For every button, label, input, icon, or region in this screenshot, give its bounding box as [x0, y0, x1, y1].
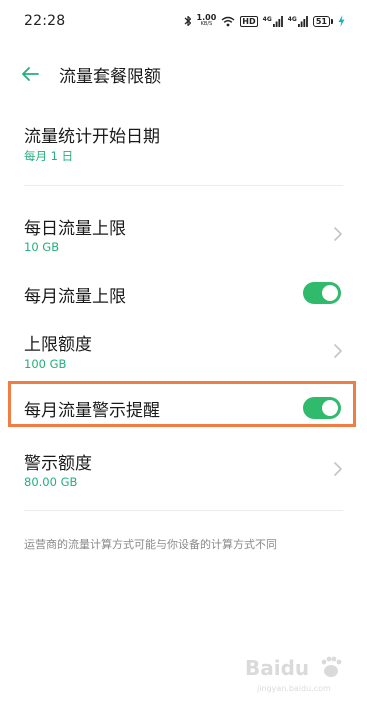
toggle-knob	[322, 400, 338, 416]
network-speed: 1.00 KB/S	[197, 14, 217, 28]
network-speed-unit: KB/S	[200, 21, 213, 27]
setting-monthly-warning-title: 每月流量警示提醒	[24, 401, 160, 421]
back-arrow-icon[interactable]	[16, 60, 44, 88]
setting-monthly-warning: 每月流量警示提醒	[0, 386, 367, 426]
signal-2: 4G	[287, 15, 308, 27]
charging-icon	[338, 15, 345, 27]
signal-icon	[297, 15, 308, 27]
setting-limit-quota-title: 上限额度	[24, 335, 92, 355]
status-time: 22:28	[24, 13, 66, 29]
hd-label: HD	[240, 15, 258, 27]
status-icons: 1.00 KB/S HD 4G 4G 51	[184, 12, 345, 30]
setting-daily-limit-title: 每日流量上限	[24, 219, 126, 239]
monthly-warning-toggle[interactable]	[303, 397, 341, 419]
battery-level: 51	[312, 15, 330, 27]
signal-2-label: 4G	[287, 15, 297, 23]
monthly-limit-toggle[interactable]	[303, 282, 341, 304]
chevron-right-icon	[334, 227, 342, 241]
battery-icon: 51	[312, 15, 333, 27]
battery-tip	[331, 18, 333, 24]
setting-start-date-value: 每月 1 日	[24, 149, 74, 163]
signal-icon	[272, 15, 283, 27]
chevron-right-icon	[334, 462, 342, 476]
watermark-subtext: jingyan.baidu.com	[256, 684, 331, 693]
bluetooth-icon	[184, 15, 191, 27]
setting-start-date-title: 流量统计开始日期	[24, 127, 160, 147]
header: 流量套餐限额	[0, 52, 367, 94]
signal-1: 4G	[262, 15, 283, 27]
setting-warning-quota-title: 警示额度	[24, 454, 92, 474]
setting-warning-quota-value: 80.00 GB	[24, 475, 78, 489]
footnote: 运营商的流量计算方式可能与你设备的计算方式不同	[24, 538, 277, 551]
signal-1-label: 4G	[262, 15, 272, 23]
setting-monthly-limit: 每月流量上限	[0, 270, 367, 316]
watermark-brand: Baidu	[245, 656, 309, 680]
baidu-watermark-logo: Baidu jingyan.baidu.com	[245, 656, 342, 693]
wifi-icon	[221, 16, 235, 26]
page-title: 流量套餐限额	[59, 67, 161, 87]
status-bar: 22:28 1.00 KB/S HD 4G 4G 51	[0, 0, 367, 44]
divider	[24, 510, 343, 511]
divider	[24, 185, 343, 186]
setting-start-date[interactable]: 流量统计开始日期 每月 1 日	[0, 110, 367, 180]
setting-daily-limit[interactable]: 每日流量上限 10 GB	[0, 202, 367, 264]
setting-limit-quota-value: 100 GB	[24, 357, 67, 371]
setting-limit-quota[interactable]: 上限额度 100 GB	[0, 320, 367, 378]
toggle-knob	[322, 285, 338, 301]
chevron-right-icon	[334, 344, 342, 358]
setting-daily-limit-value: 10 GB	[24, 240, 60, 254]
network-speed-value: 1.00	[196, 13, 217, 22]
setting-warning-quota[interactable]: 警示额度 80.00 GB	[0, 438, 367, 498]
setting-monthly-limit-title: 每月流量上限	[24, 287, 126, 307]
